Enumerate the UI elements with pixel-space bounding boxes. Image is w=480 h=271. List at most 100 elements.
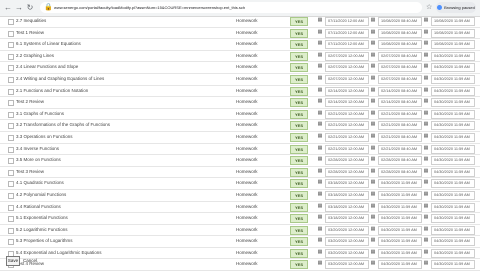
assign-select[interactable]: YES	[290, 86, 308, 96]
assignment-title[interactable]: Test 2 Review	[16, 98, 44, 106]
start-date-field[interactable]: 02/21/2020 12:00 AM	[325, 109, 369, 119]
calendar-icon[interactable]: ▦	[423, 214, 429, 221]
start-date-field[interactable]: 02/07/2020 12:00 AM	[325, 63, 369, 73]
assignment-title[interactable]: 5.1 Exponential Functions	[16, 214, 68, 222]
start-date-field[interactable]: 02/28/2020 12:00 AM	[325, 156, 369, 166]
calendar-icon[interactable]: ▦	[370, 214, 376, 221]
end-date-field[interactable]: 04/30/2020 11:59 AM	[431, 109, 475, 119]
due-date-field[interactable]: 04/30/2020 11:59 AM	[378, 179, 422, 189]
row-checkbox[interactable]	[8, 239, 14, 246]
calendar-icon[interactable]: ▦	[317, 145, 323, 152]
calendar-icon[interactable]: ▦	[370, 121, 376, 128]
due-date-field[interactable]: 02/14/2020 08:40 AM	[378, 86, 422, 96]
assignment-title[interactable]: 3.4 Inverse Functions	[16, 145, 59, 153]
assignment-title[interactable]: Test 3 Review	[16, 168, 44, 176]
start-date-field[interactable]: 02/21/2020 12:00 AM	[325, 144, 369, 154]
due-date-field[interactable]: 02/21/2020 08:40 AM	[378, 132, 422, 142]
row-checkbox[interactable]	[8, 158, 14, 165]
calendar-icon[interactable]: ▦	[317, 63, 323, 70]
due-date-field[interactable]: 04/30/2020 11:59 AM	[378, 237, 422, 247]
row-checkbox[interactable]	[8, 181, 14, 188]
calendar-icon[interactable]: ▦	[370, 226, 376, 233]
calendar-icon[interactable]: ▦	[370, 156, 376, 163]
assign-select[interactable]: YES	[290, 132, 308, 142]
calendar-icon[interactable]: ▦	[370, 203, 376, 210]
due-date-field[interactable]: 02/07/2020 08:40 AM	[378, 51, 422, 61]
assignment-title[interactable]: 5.2 Logarithmic Functions	[16, 226, 68, 234]
assign-select[interactable]: YES	[290, 98, 308, 108]
assign-select[interactable]: YES	[290, 225, 308, 235]
start-date-field[interactable]: 02/07/2020 12:00 AM	[325, 74, 369, 84]
end-date-field[interactable]: 04/30/2020 11:59 AM	[431, 51, 475, 61]
url-text[interactable]: www.senergo.com/portal/faculty/loadModif…	[54, 4, 245, 11]
start-date-field[interactable]: 03/18/2020 12:00 AM	[325, 179, 369, 189]
end-date-field[interactable]: 04/30/2020 11:59 AM	[431, 121, 475, 131]
assign-select[interactable]: YES	[290, 109, 308, 119]
end-date-field[interactable]: 10/08/2020 11:59 AM	[431, 17, 475, 26]
row-checkbox[interactable]	[8, 134, 14, 141]
calendar-icon[interactable]: ▦	[423, 87, 429, 94]
assign-select[interactable]: YES	[290, 121, 308, 131]
assignment-title[interactable]: 2.2 Graphing Lines	[16, 52, 54, 60]
end-date-field[interactable]: 10/08/2020 11:59 AM	[431, 40, 475, 50]
row-checkbox[interactable]	[8, 42, 14, 49]
back-icon[interactable]: ←	[3, 3, 13, 13]
assignment-title[interactable]: 2.1 Functions and Function Notation	[16, 87, 88, 95]
assign-select[interactable]: YES	[290, 179, 308, 189]
assignment-title[interactable]: 2.7 Inequalities	[16, 17, 46, 25]
calendar-icon[interactable]: ▦	[423, 17, 429, 24]
row-checkbox[interactable]	[8, 169, 14, 176]
assign-select[interactable]: YES	[290, 28, 308, 38]
due-date-field[interactable]: 10/08/2020 08:40 AM	[378, 40, 422, 50]
calendar-icon[interactable]: ▦	[317, 179, 323, 186]
assign-select[interactable]: YES	[290, 40, 308, 50]
calendar-icon[interactable]: ▦	[317, 191, 323, 198]
calendar-icon[interactable]: ▦	[423, 121, 429, 128]
start-date-field[interactable]: 03/18/2020 12:00 AM	[325, 202, 369, 212]
end-date-field[interactable]: 04/30/2020 11:59 AM	[431, 156, 475, 166]
assignment-title[interactable]: 2.4 Writing and Graphing Equations of Li…	[16, 75, 104, 83]
assignment-title[interactable]: Test 1 Review	[16, 29, 44, 37]
due-date-field[interactable]: 02/28/2020 08:40 AM	[378, 167, 422, 177]
row-checkbox[interactable]	[8, 53, 14, 60]
start-date-field[interactable]: 02/14/2020 12:00 AM	[325, 98, 369, 108]
assignment-title[interactable]: 2.4 Linear Functions and Slope	[16, 63, 78, 71]
start-date-field[interactable]: 03/18/2020 12:00 AM	[325, 214, 369, 224]
row-checkbox[interactable]	[8, 216, 14, 223]
calendar-icon[interactable]: ▦	[423, 98, 429, 105]
calendar-icon[interactable]: ▦	[423, 203, 429, 210]
calendar-icon[interactable]: ▦	[423, 145, 429, 152]
assignment-title[interactable]: 4.2 Polynomial Functions	[16, 191, 66, 199]
calendar-icon[interactable]: ▦	[317, 156, 323, 163]
row-checkbox[interactable]	[8, 123, 14, 130]
row-checkbox[interactable]	[8, 100, 14, 107]
end-date-field[interactable]: 04/30/2020 11:59 AM	[431, 63, 475, 73]
calendar-icon[interactable]: ▦	[317, 133, 323, 140]
due-date-field[interactable]: 02/21/2020 08:40 AM	[378, 144, 422, 154]
assignment-title[interactable]: 3.1 Graphs of Functions	[16, 110, 64, 118]
calendar-icon[interactable]: ▦	[317, 121, 323, 128]
calendar-icon[interactable]: ▦	[370, 168, 376, 175]
calendar-icon[interactable]: ▦	[423, 191, 429, 198]
row-checkbox[interactable]	[8, 146, 14, 153]
row-checkbox[interactable]	[8, 65, 14, 72]
end-date-field[interactable]: 04/30/2020 11:59 AM	[431, 167, 475, 177]
due-date-field[interactable]: 02/21/2020 08:40 AM	[378, 109, 422, 119]
star-icon[interactable]: ☆	[426, 3, 432, 13]
due-date-field[interactable]: 04/30/2020 11:59 AM	[378, 190, 422, 200]
due-date-field[interactable]: 04/30/2020 11:59 AM	[378, 225, 422, 235]
end-date-field[interactable]: 04/30/2020 11:59 AM	[431, 144, 475, 154]
end-date-field[interactable]: 04/30/2020 11:59 AM	[431, 86, 475, 96]
assign-select[interactable]: YES	[290, 74, 308, 84]
calendar-icon[interactable]: ▦	[423, 226, 429, 233]
calendar-icon[interactable]: ▦	[370, 237, 376, 244]
assignment-title[interactable]: 6.1 Systems of Linear Equations	[16, 40, 81, 48]
start-date-field[interactable]: 02/07/2020 12:00 AM	[325, 51, 369, 61]
calendar-icon[interactable]: ▦	[370, 63, 376, 70]
calendar-icon[interactable]: ▦	[423, 156, 429, 163]
calendar-icon[interactable]: ▦	[317, 87, 323, 94]
calendar-icon[interactable]: ▦	[370, 110, 376, 117]
calendar-icon[interactable]: ▦	[423, 52, 429, 59]
due-date-field[interactable]: 04/30/2020 11:59 AM	[378, 202, 422, 212]
calendar-icon[interactable]: ▦	[423, 133, 429, 140]
